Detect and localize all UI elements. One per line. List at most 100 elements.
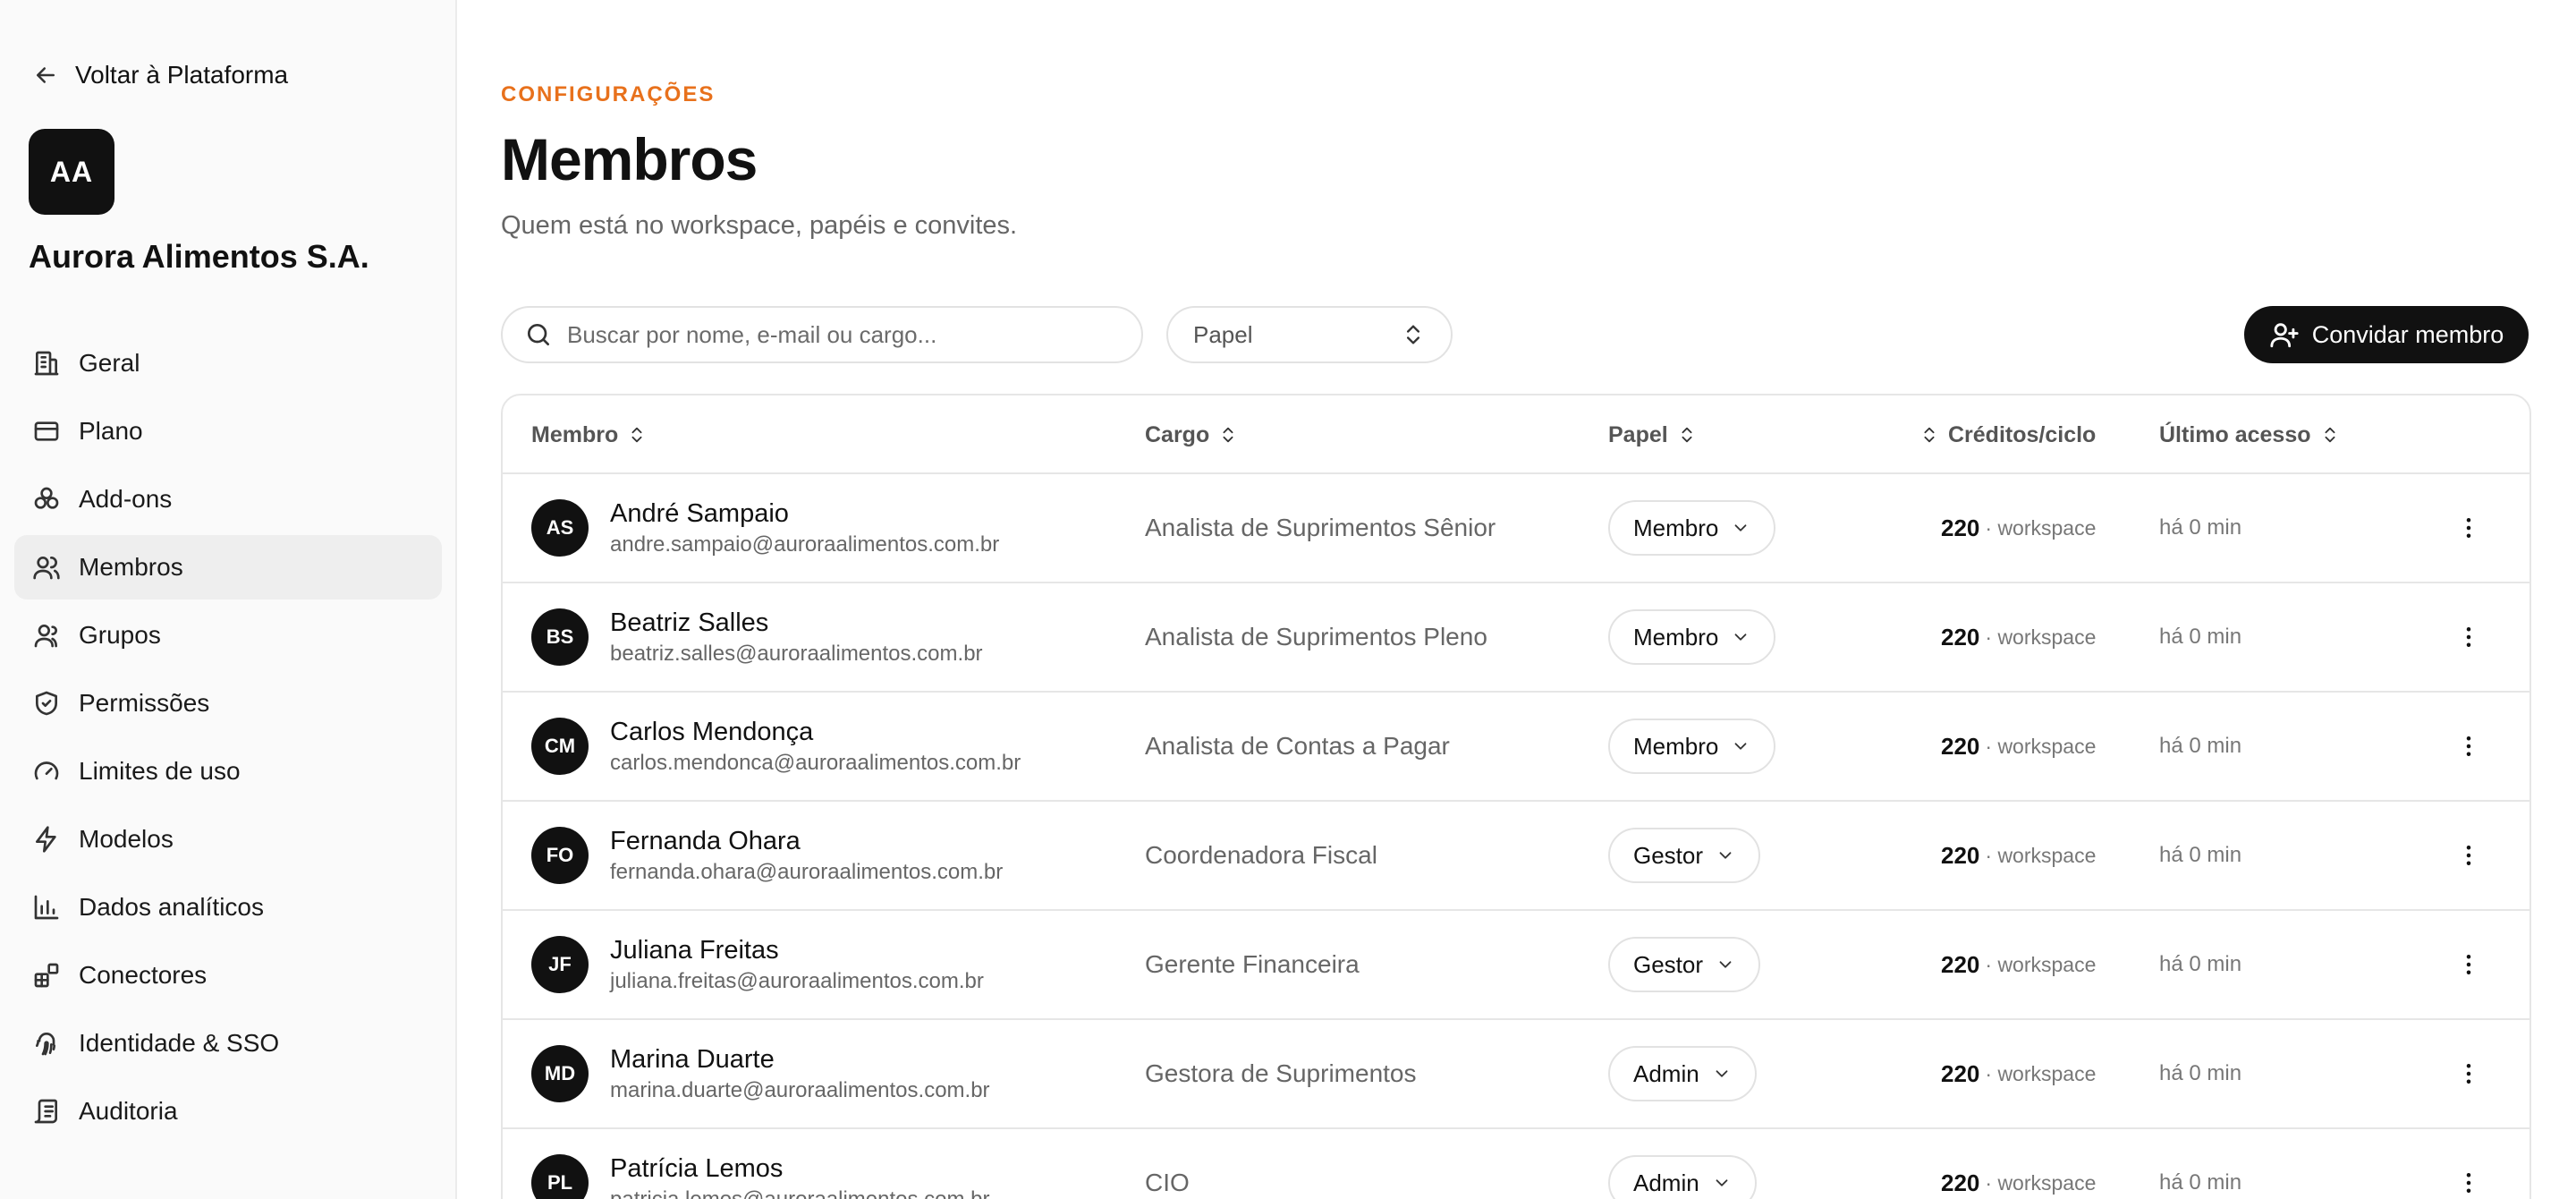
credits-scope: · workspace: [1985, 1061, 2097, 1085]
member-cargo: Gerente Financeira: [1145, 950, 1360, 978]
arrow-left-icon: [37, 67, 55, 83]
member-email: fernanda.ohara@auroraalimentos.com.br: [610, 859, 1004, 884]
role-dropdown[interactable]: Gestor: [1608, 828, 1761, 883]
role-cell: Membro: [1608, 474, 1776, 582]
member-cargo: Gestora de Suprimentos: [1145, 1059, 1417, 1087]
role-dropdown[interactable]: Membro: [1608, 609, 1776, 665]
last-access-value: há 0 min: [2159, 734, 2242, 758]
sidebar-item-add-ons[interactable]: Add-ons: [14, 467, 442, 531]
member-cell: FO Fernanda Ohara fernanda.ohara@auroraa…: [531, 802, 1003, 909]
role-dropdown[interactable]: Membro: [1608, 500, 1776, 556]
member-cell: JF Juliana Freitas juliana.freitas@auror…: [531, 911, 984, 1018]
chevron-down-icon: [1734, 524, 1747, 531]
chevron-down-icon: [1719, 961, 1732, 968]
role-cell: Membro: [1608, 583, 1776, 691]
more-vertical-icon: [2466, 955, 2471, 974]
role-dropdown[interactable]: Membro: [1608, 719, 1776, 774]
sort-icon: [1223, 427, 1233, 443]
cargo-cell: Analista de Suprimentos Sênior: [1145, 474, 1496, 582]
actions-cell: [2451, 1129, 2487, 1199]
role-value: Gestor: [1633, 841, 1704, 869]
invite-member-button[interactable]: Convidar membro: [2244, 306, 2529, 363]
org-name: Aurora Alimentos S.A.: [29, 238, 369, 275]
credits-scope: · workspace: [1985, 515, 2097, 540]
column-header-cargo[interactable]: Cargo: [1145, 395, 1238, 474]
role-value: Admin: [1633, 1169, 1699, 1196]
back-to-platform-link[interactable]: Voltar à Plataforma: [32, 57, 288, 93]
member-email: carlos.mendonca@auroraalimentos.com.br: [610, 750, 1021, 775]
credits-scope: · workspace: [1985, 1170, 2097, 1195]
sidebar-item-modelos[interactable]: Modelos: [14, 807, 442, 872]
member-info: Beatriz Salles beatriz.salles@auroraalim…: [610, 608, 983, 667]
scroll-icon: [34, 1099, 57, 1124]
search-icon: [528, 324, 549, 345]
avatar: BS: [531, 608, 589, 666]
role-value: Membro: [1633, 732, 1719, 760]
sidebar-item-dados-analiticos[interactable]: Dados analíticos: [14, 875, 442, 940]
member-info: Juliana Freitas juliana.freitas@auroraal…: [610, 936, 984, 994]
row-actions-button[interactable]: [2451, 619, 2487, 655]
credits-value: 220: [1941, 514, 1980, 541]
gauge-icon: [34, 761, 59, 780]
table-row: BS Beatriz Salles beatriz.salles@auroraa…: [503, 583, 2529, 693]
row-actions-button[interactable]: [2451, 838, 2487, 873]
credits-value: 220: [1941, 841, 1980, 869]
actions-cell: [2451, 693, 2487, 800]
column-header-member[interactable]: Membro: [531, 395, 647, 474]
sidebar-item-label: Membros: [79, 553, 183, 581]
role-dropdown[interactable]: Admin: [1608, 1046, 1757, 1101]
role-dropdown[interactable]: Gestor: [1608, 937, 1761, 992]
column-header-last-access[interactable]: Último acesso: [2159, 395, 2340, 474]
actions-cell: [2451, 474, 2487, 582]
table-row: MD Marina Duarte marina.duarte@auroraali…: [503, 1020, 2529, 1129]
credits-scope: · workspace: [1985, 625, 2097, 649]
avatar: MD: [531, 1045, 589, 1102]
row-actions-button[interactable]: [2451, 947, 2487, 982]
row-actions-button[interactable]: [2451, 1056, 2487, 1092]
building-icon: [34, 351, 59, 376]
last-access-cell: há 0 min: [2159, 1129, 2241, 1199]
last-access-value: há 0 min: [2159, 625, 2242, 649]
sidebar-item-limites-de-uso[interactable]: Limites de uso: [14, 739, 442, 804]
sidebar-item-label: Identidade & SSO: [79, 1029, 280, 1057]
role-filter-select[interactable]: Papel: [1166, 306, 1453, 363]
cargo-cell: Gestora de Suprimentos: [1145, 1020, 1417, 1127]
search-input[interactable]: [567, 320, 1122, 349]
bar-chart-icon: [34, 895, 59, 920]
search-box[interactable]: [501, 306, 1143, 363]
role-dropdown[interactable]: Admin: [1608, 1155, 1757, 1199]
section-eyebrow: CONFIGURAÇÕES: [501, 82, 716, 106]
sort-icon: [1924, 427, 1935, 443]
cargo-cell: Gerente Financeira: [1145, 911, 1360, 1018]
row-actions-button[interactable]: [2451, 728, 2487, 764]
member-name: Fernanda Ohara: [610, 826, 801, 855]
sidebar-item-membros[interactable]: Membros: [14, 535, 442, 600]
avatar: AS: [531, 499, 589, 557]
sidebar-item-geral[interactable]: Geral: [14, 331, 442, 395]
invite-button-label: Convidar membro: [2311, 320, 2504, 348]
sidebar-item-plano[interactable]: Plano: [14, 399, 442, 463]
avatar: CM: [531, 718, 589, 775]
sidebar-item-label: Plano: [79, 417, 143, 445]
sidebar-item-grupos[interactable]: Grupos: [14, 603, 442, 668]
credits-cell: 220 · workspace: [1941, 474, 2096, 582]
more-vertical-icon: [2466, 518, 2471, 538]
sidebar-item-auditoria[interactable]: Auditoria: [14, 1079, 442, 1144]
column-header-credits[interactable]: Créditos/ciclo: [1919, 395, 2096, 474]
member-email: andre.sampaio@auroraalimentos.com.br: [610, 531, 1000, 557]
sidebar-item-permissoes[interactable]: Permissões: [14, 671, 442, 736]
row-actions-button[interactable]: [2451, 510, 2487, 546]
sidebar-item-identidade-sso[interactable]: Identidade & SSO: [14, 1011, 442, 1076]
more-vertical-icon: [2466, 846, 2471, 865]
credits-value: 220: [1941, 623, 1980, 651]
sidebar: Voltar à Plataforma AA Aurora Alimentos …: [0, 0, 457, 1199]
actions-cell: [2451, 802, 2487, 909]
member-info: Fernanda Ohara fernanda.ohara@auroraalim…: [610, 827, 1003, 885]
sidebar-item-conectores[interactable]: Conectores: [14, 943, 442, 1008]
row-actions-button[interactable]: [2451, 1165, 2487, 1199]
chevron-down-icon: [1734, 743, 1747, 750]
last-access-value: há 0 min: [2159, 1061, 2242, 1085]
last-access-value: há 0 min: [2159, 1170, 2242, 1195]
column-header-role[interactable]: Papel: [1608, 395, 1697, 474]
member-cargo: Analista de Suprimentos Pleno: [1145, 623, 1487, 651]
